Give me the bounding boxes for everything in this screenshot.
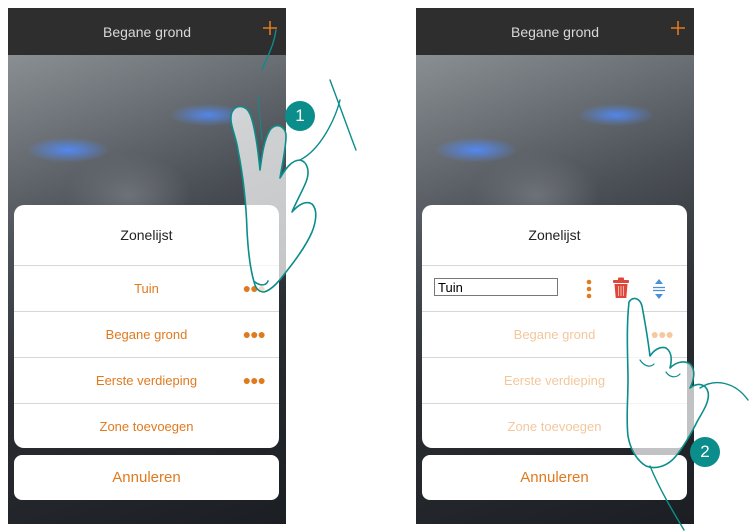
phone-screen-left: Begane grond Zonelijst Tuin ●●● Begane g…	[8, 8, 286, 524]
top-bar: Begane grond	[8, 8, 286, 55]
zone-label: Eerste verdieping	[503, 373, 606, 388]
add-zone-button[interactable]: Zone toevoegen	[14, 403, 279, 448]
more-options-icon[interactable]: ●●●	[651, 326, 674, 342]
reorder-icon[interactable]	[651, 278, 667, 300]
zone-edit-row: Tuin	[422, 265, 687, 311]
add-zone-label: Zone toevoegen	[507, 419, 602, 434]
zone-label: Begane grond	[105, 327, 188, 342]
more-options-icon[interactable]: ●●●	[243, 280, 266, 296]
more-options-icon[interactable]: ●●●	[243, 326, 266, 342]
zone-label: Eerste verdieping	[95, 373, 198, 388]
zone-row-eerste-verdieping[interactable]: Eerste verdieping ●●●	[14, 357, 279, 403]
zone-list-sheet: Zonelijst Tuin Begane grond ●●● Eerste v…	[422, 205, 687, 448]
cancel-button[interactable]: Annuleren	[14, 455, 279, 500]
top-bar: Begane grond	[416, 8, 694, 55]
zone-row-begane-grond[interactable]: Begane grond ●●●	[14, 311, 279, 357]
zone-label: Begane grond	[513, 327, 596, 342]
cancel-label: Annuleren	[520, 469, 589, 486]
step-badge-2: 2	[690, 437, 720, 467]
plus-icon[interactable]	[670, 20, 686, 36]
cancel-label: Annuleren	[112, 469, 181, 486]
zone-name-input[interactable]: Tuin	[434, 278, 558, 296]
header-title: Begane grond	[103, 23, 191, 40]
plus-icon[interactable]	[262, 20, 278, 36]
add-zone-label: Zone toevoegen	[99, 419, 194, 434]
trash-icon[interactable]	[612, 277, 630, 299]
more-options-icon[interactable]: ●●●	[243, 372, 266, 388]
zone-label: Tuin	[134, 281, 159, 296]
add-zone-button[interactable]: Zone toevoegen	[422, 403, 687, 448]
zone-list-sheet: Zonelijst Tuin ●●● Begane grond ●●● Eers…	[14, 205, 279, 448]
more-options-icon[interactable]	[586, 279, 592, 299]
sheet-title: Zonelijst	[120, 227, 173, 243]
zone-row-eerste-verdieping[interactable]: Eerste verdieping	[422, 357, 687, 403]
cancel-button[interactable]: Annuleren	[422, 455, 687, 500]
sheet-title: Zonelijst	[528, 227, 581, 243]
step-badge-1: 1	[285, 101, 315, 131]
zone-row-begane-grond[interactable]: Begane grond ●●●	[422, 311, 687, 357]
phone-screen-right: Begane grond Zonelijst Tuin Begane grond…	[416, 8, 694, 524]
zone-row-tuin[interactable]: Tuin ●●●	[14, 265, 279, 311]
header-title: Begane grond	[511, 23, 599, 40]
